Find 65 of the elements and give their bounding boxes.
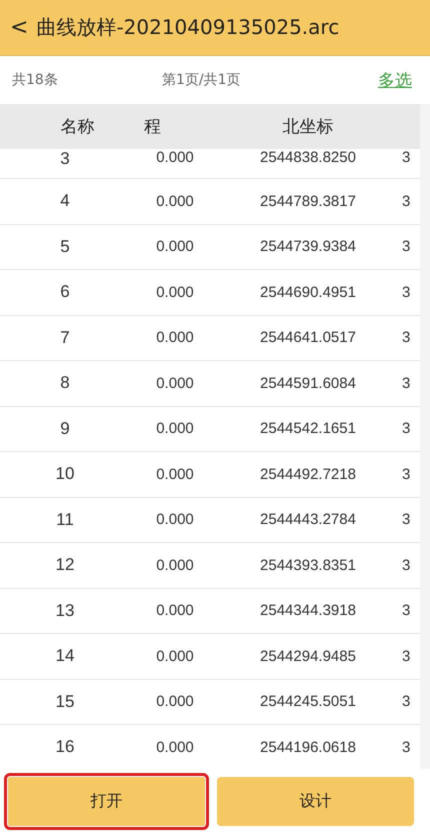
design-button[interactable]: 设计: [217, 777, 414, 826]
table-cell-text: 3: [401, 420, 412, 438]
table-cell-text: 2544739.9384: [259, 238, 357, 256]
table-cell-text: 0.000: [155, 284, 195, 301]
table-cell-text: 3: [401, 149, 412, 166]
table-cell-text: 0.000: [155, 556, 195, 574]
table-cell-text: 2544245.5051: [259, 693, 357, 710]
table-cell-text: 16: [54, 737, 76, 758]
table-cell-text: 14: [54, 646, 76, 666]
table-cell-text: 12: [54, 555, 76, 576]
table-cell-text: 2544542.1651: [259, 420, 357, 438]
table-cell-text: 3: [401, 466, 412, 483]
table-cell-text: 3: [401, 602, 412, 620]
open-button[interactable]: 打开: [8, 777, 205, 826]
table-cell-text: 3: [401, 693, 412, 710]
table-cell-text: 9: [59, 418, 71, 439]
back-button[interactable]: <: [8, 15, 30, 40]
table-cell-text: 15: [54, 692, 76, 712]
table-cell-text: 0.000: [155, 374, 195, 392]
table-cell-text: 0.000: [155, 149, 195, 166]
column-header: 北坐标: [282, 116, 334, 138]
table-cell-text: 2544393.8351: [259, 556, 357, 574]
table-cell-text: 0.000: [155, 329, 195, 346]
table-cell-text: 4: [59, 191, 71, 212]
table-cell-text: 6: [59, 282, 71, 302]
table-cell-text: 0.000: [155, 192, 195, 210]
table-cell-text: 3: [401, 329, 412, 346]
table-cell-text: 13: [54, 600, 76, 621]
table-cell-text: 3: [401, 511, 412, 528]
table-cell-text: 3: [59, 149, 71, 169]
table-cell-text: 3: [401, 556, 412, 574]
table-cell-text: 0.000: [155, 693, 195, 710]
table-cell-text: 5: [59, 236, 71, 257]
table-cell-text: 2544838.8250: [259, 149, 357, 166]
table-cell-text: 3: [401, 738, 412, 756]
table-cell-text: 2544492.7218: [259, 466, 357, 483]
table-cell-text: 3: [401, 648, 412, 665]
table-cell-text: 11: [55, 510, 75, 530]
table-cell-text: 0.000: [155, 466, 195, 483]
table-cell-text: 0.000: [155, 648, 195, 665]
record-count: 共18条: [12, 71, 59, 89]
table-cell-text: 2544294.9485: [259, 648, 357, 665]
table-cell-text: 8: [59, 373, 71, 394]
table-cell-text: 2544591.6084: [259, 374, 357, 392]
table-cell-text: 0.000: [155, 511, 195, 528]
table-cell-text: 2544789.3817: [259, 192, 357, 210]
table-cell-text: 2544690.4951: [259, 284, 357, 301]
table-cell-text: 7: [59, 328, 71, 348]
column-header: 程: [143, 116, 162, 138]
table-cell-text: 0.000: [155, 238, 195, 256]
table-cell-text: 3: [401, 284, 412, 301]
table-cell-text: 3: [401, 192, 412, 210]
table-cell-text: 10: [54, 464, 76, 484]
table-cell-text: 2544196.0618: [259, 738, 357, 756]
table-cell-text: 3: [401, 374, 412, 392]
page-title: 曲线放样-20210409135025.arc: [36, 14, 340, 41]
table-cell-text: 0.000: [155, 420, 195, 438]
table-cell-text: 0.000: [155, 602, 195, 620]
table-cell-text: 2544443.2784: [259, 511, 357, 528]
column-header: 名称: [60, 116, 96, 138]
table-cell-text: 2544344.3918: [259, 602, 357, 620]
table-cell-text: 2544641.0517: [259, 329, 357, 346]
table-cell-text: 3: [401, 238, 412, 256]
table-cell-text: 0.000: [155, 738, 195, 756]
page-indicator: 第1页/共1页: [162, 71, 242, 89]
